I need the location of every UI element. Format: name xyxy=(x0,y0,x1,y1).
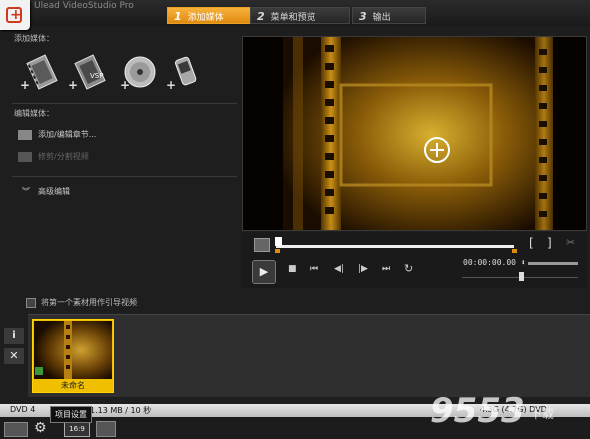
next-frame-icon[interactable]: |▶ xyxy=(358,264,368,274)
watermark-logo: 9553 xyxy=(430,391,525,431)
intro-video-option[interactable]: 将第一个素材用作引导视频 xyxy=(26,297,137,308)
preview-window[interactable] xyxy=(242,36,587,231)
repeat-icon[interactable]: ↻ xyxy=(404,262,413,275)
app-icon[interactable]: + xyxy=(0,0,30,30)
scissors-icon[interactable]: ✂ xyxy=(566,236,575,249)
edit-media-label: 编辑媒体： xyxy=(14,109,54,118)
window-title: Ulead VideoStudio Pro xyxy=(34,1,134,11)
chapters-icon xyxy=(18,129,32,140)
add-media-label: 添加媒体： xyxy=(14,34,54,43)
step-number: 2 xyxy=(257,10,265,23)
divider xyxy=(12,176,237,177)
delete-icon[interactable]: ✕ xyxy=(4,348,24,364)
mark-in-button[interactable]: [ xyxy=(529,236,534,250)
edit-chapters-label: 添加/编辑章节... xyxy=(38,130,97,139)
info-icon[interactable]: i xyxy=(4,328,24,344)
go-to-end-icon[interactable]: ⏭ xyxy=(382,264,390,274)
step-number: 3 xyxy=(359,10,367,23)
watermark-sub: 下载 xyxy=(530,407,555,421)
clip-name: 未命名 xyxy=(61,381,85,390)
timecode-value: 00:00:00 xyxy=(463,258,502,267)
step-label: 菜单和预览 xyxy=(270,13,316,23)
step-label: 添加媒体 xyxy=(187,13,224,23)
side-tools: i ✕ xyxy=(4,328,24,366)
add-mobile-device-button[interactable]: + xyxy=(166,52,206,96)
trim-in-marker[interactable] xyxy=(275,249,280,253)
project-size: 1.13 MB / 10 秒 xyxy=(90,406,152,415)
scrubber-track[interactable] xyxy=(276,245,514,248)
tab-add-media[interactable]: 1 添加媒体 xyxy=(167,7,251,24)
list-view-icon[interactable] xyxy=(4,422,28,437)
add-vsp-button[interactable]: VSP + xyxy=(68,52,108,96)
play-button[interactable]: ▶ xyxy=(252,260,276,284)
volume-bar[interactable] xyxy=(528,262,578,265)
add-disc-button[interactable]: + xyxy=(120,52,160,96)
clip-thumbnail[interactable]: 未命名 xyxy=(32,319,114,393)
tab-menu-preview[interactable]: 2 菜单和预览 xyxy=(250,7,350,24)
advanced-edit-item[interactable]: ︾ 高级编辑 xyxy=(22,186,70,197)
stop-icon[interactable]: ■ xyxy=(288,264,297,274)
timecode-display[interactable]: 00:00:00.00 ⬍ xyxy=(463,258,526,267)
mark-out-button[interactable]: ] xyxy=(547,236,552,250)
playhead-handle[interactable] xyxy=(275,237,282,246)
storyboard: 未命名 xyxy=(28,314,590,397)
trim-out-marker[interactable] xyxy=(512,249,517,253)
disc-type: DVD 4 xyxy=(10,405,36,414)
previous-frame-icon[interactable]: ◀| xyxy=(334,264,344,274)
gear-icon[interactable]: ⚙ xyxy=(34,420,47,436)
step-label: 输出 xyxy=(372,13,391,23)
print-icon[interactable] xyxy=(96,421,116,437)
monitor-icon[interactable] xyxy=(254,238,270,252)
timecode-frames: 00 xyxy=(506,258,516,267)
go-to-start-icon[interactable]: ⏮ xyxy=(310,264,318,274)
zoom-slider-handle[interactable] xyxy=(519,272,524,281)
player-controls: [ ] ✂ ▶ ■ ⏮ ◀| |▶ ⏭ ↻ 00:00:00.00 ⬍ xyxy=(242,232,587,288)
tooltip: 项目设置 xyxy=(50,406,92,423)
step-number: 1 xyxy=(174,10,182,23)
add-video-button[interactable]: + xyxy=(20,52,60,96)
trim-split-label: 修剪/分割视频 xyxy=(38,152,89,161)
svg-text:VSP: VSP xyxy=(90,72,103,80)
divider xyxy=(12,103,237,104)
trim-icon xyxy=(18,151,32,162)
clip-preview-image xyxy=(34,321,112,379)
intro-checkbox-label: 将第一个素材用作引导视频 xyxy=(41,298,137,307)
preview-image xyxy=(243,37,586,230)
double-chevron-down-icon: ︾ xyxy=(22,187,30,196)
trim-split-item[interactable]: 修剪/分割视频 xyxy=(18,151,89,162)
intro-checkbox[interactable] xyxy=(26,297,36,308)
aspect-ratio-button[interactable]: 16:9 xyxy=(64,422,90,437)
advanced-edit-label: 高级编辑 xyxy=(38,187,70,196)
tab-output[interactable]: 3 输出 xyxy=(352,7,426,24)
edit-chapters-item[interactable]: 添加/编辑章节... xyxy=(18,129,96,140)
